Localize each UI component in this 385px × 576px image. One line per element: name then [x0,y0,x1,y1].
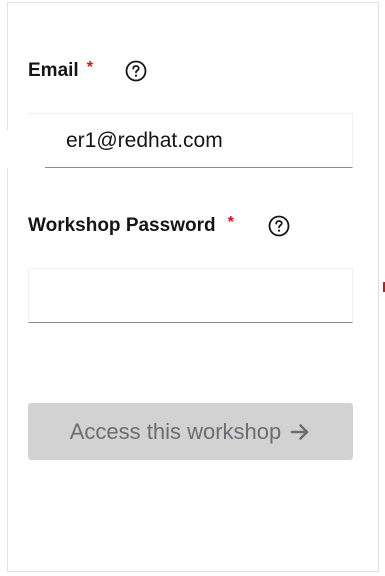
password-required-mark: * [227,214,234,231]
email-input[interactable] [28,113,353,168]
email-required-mark: * [86,59,93,76]
email-label-row: Email * [28,59,147,83]
email-input-left-overlay [0,130,45,168]
workshop-login-page: Email * Workshop Password * Access this … [0,0,385,576]
workshop-password-input[interactable] [28,268,353,323]
email-label: Email [28,60,79,81]
access-workshop-button-label: Access this workshop [69,418,282,444]
access-workshop-button[interactable]: Access this workshop [28,403,353,460]
arrow-right-icon [289,421,311,443]
password-label-row: Workshop Password * [28,214,290,238]
email-help-icon[interactable] [125,60,147,82]
password-help-icon[interactable] [268,215,290,237]
password-label: Workshop Password [28,215,216,236]
